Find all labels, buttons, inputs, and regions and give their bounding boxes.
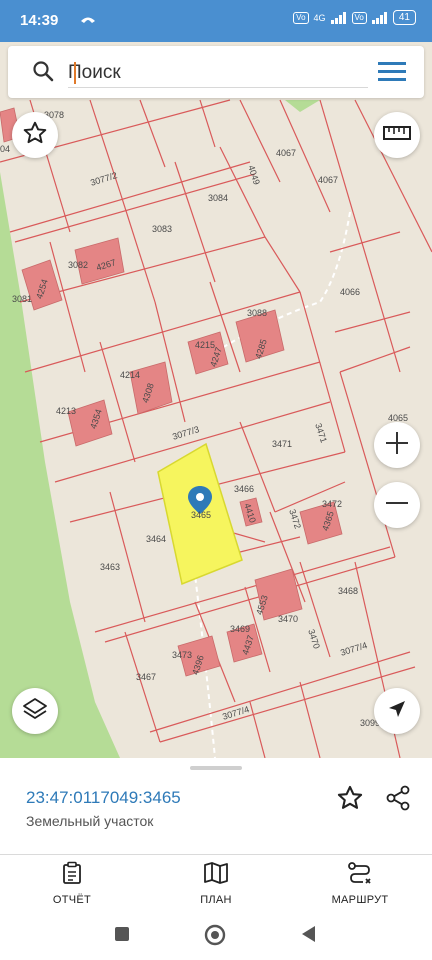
layers-icon bbox=[21, 695, 49, 728]
minus-icon bbox=[384, 490, 410, 521]
my-location-button[interactable] bbox=[374, 688, 420, 734]
parcel-label: 3473 bbox=[172, 650, 193, 660]
parcel-label: 3088 bbox=[247, 308, 268, 318]
favorite-button[interactable] bbox=[12, 112, 58, 158]
parcel-label: 3463 bbox=[100, 562, 121, 572]
status-bar: 14:39 Vo 4G Vo 41 bbox=[0, 0, 432, 42]
status-time: 14:39 bbox=[20, 12, 59, 29]
parcel-label: 4067 bbox=[276, 148, 297, 158]
object-type: Земельный участок bbox=[26, 813, 154, 829]
parcel-label: 4067 bbox=[318, 175, 339, 185]
parcel-label: 3469 bbox=[230, 624, 251, 634]
search-bar bbox=[8, 46, 424, 98]
green-patch bbox=[285, 100, 320, 112]
home-icon[interactable] bbox=[204, 924, 226, 951]
volte-icon: Vo bbox=[293, 11, 309, 24]
parcel-label: 3467 bbox=[136, 672, 157, 682]
share-icon[interactable] bbox=[384, 784, 412, 817]
map-canvas[interactable] bbox=[0, 42, 432, 758]
parcel-label: 3082 bbox=[68, 260, 89, 270]
map-plan-icon bbox=[203, 861, 229, 890]
navigation-arrow-icon bbox=[386, 698, 408, 725]
ruler-button[interactable] bbox=[374, 112, 420, 158]
parcel-label: 3470 bbox=[278, 614, 299, 624]
status-indicators: Vo 4G Vo 41 bbox=[293, 10, 416, 25]
cadastral-number[interactable]: 23:47:0117049:3465 bbox=[26, 788, 181, 808]
text-cursor bbox=[74, 62, 76, 84]
bottom-navigation: ОТЧЁТ ПЛАН МАРШРУТ bbox=[0, 855, 432, 912]
back-icon[interactable] bbox=[300, 925, 316, 948]
nav-route-label: МАРШРУТ bbox=[331, 894, 389, 906]
parcel-label: 3084 bbox=[208, 193, 229, 203]
missed-call-icon bbox=[80, 12, 96, 29]
parcel-label: 3466 bbox=[234, 484, 255, 494]
parcel-label: 3471 bbox=[272, 439, 293, 449]
parcel-label: 3472 bbox=[322, 499, 343, 509]
system-navigation-bar bbox=[0, 912, 432, 960]
parcel-label: 4215 bbox=[195, 340, 216, 350]
signal-icon bbox=[330, 11, 346, 24]
layers-button[interactable] bbox=[12, 688, 58, 734]
cadastral-map[interactable]: 3078 04 3077/2 4067 4067 3084 4049 3083 … bbox=[0, 42, 432, 758]
zoom-out-button[interactable] bbox=[374, 482, 420, 528]
search-icon[interactable] bbox=[32, 60, 54, 87]
volte-icon-2: Vo bbox=[351, 11, 367, 24]
parcel-label: 3464 bbox=[146, 534, 167, 544]
nav-report[interactable]: ОТЧЁТ bbox=[22, 861, 122, 906]
search-input[interactable] bbox=[68, 58, 368, 88]
parcel-label: 3468 bbox=[338, 586, 359, 596]
nav-route[interactable]: МАРШРУТ bbox=[310, 861, 410, 906]
parcel-label: 4214 bbox=[120, 370, 141, 380]
route-icon bbox=[347, 861, 373, 890]
zoom-in-button[interactable] bbox=[374, 422, 420, 468]
recent-apps-icon[interactable] bbox=[114, 926, 130, 947]
parcel-label: 04 bbox=[0, 144, 11, 154]
plus-icon bbox=[384, 430, 410, 461]
parcel-label: 3081 bbox=[12, 294, 33, 304]
network-type: 4G bbox=[313, 12, 326, 23]
parcel-label: 4213 bbox=[56, 406, 77, 416]
star-outline-icon bbox=[22, 120, 48, 151]
nav-plan-label: ПЛАН bbox=[200, 894, 232, 906]
nav-report-label: ОТЧЁТ bbox=[52, 894, 92, 906]
parcel-info-sheet[interactable]: 23:47:0117049:3465 Земельный участок bbox=[0, 758, 432, 855]
signal-icon-2 bbox=[371, 11, 387, 24]
ruler-icon bbox=[383, 124, 411, 147]
star-outline-icon[interactable] bbox=[336, 784, 364, 817]
parcel-label: 3083 bbox=[152, 224, 173, 234]
nav-plan[interactable]: ПЛАН bbox=[166, 861, 266, 906]
battery-icon: 41 bbox=[392, 10, 416, 25]
parcel-label: 3465 bbox=[191, 510, 212, 520]
hamburger-menu-icon[interactable] bbox=[378, 60, 406, 87]
report-icon bbox=[61, 861, 83, 890]
parcel-label: 4066 bbox=[340, 287, 361, 297]
drag-handle[interactable] bbox=[190, 766, 242, 770]
